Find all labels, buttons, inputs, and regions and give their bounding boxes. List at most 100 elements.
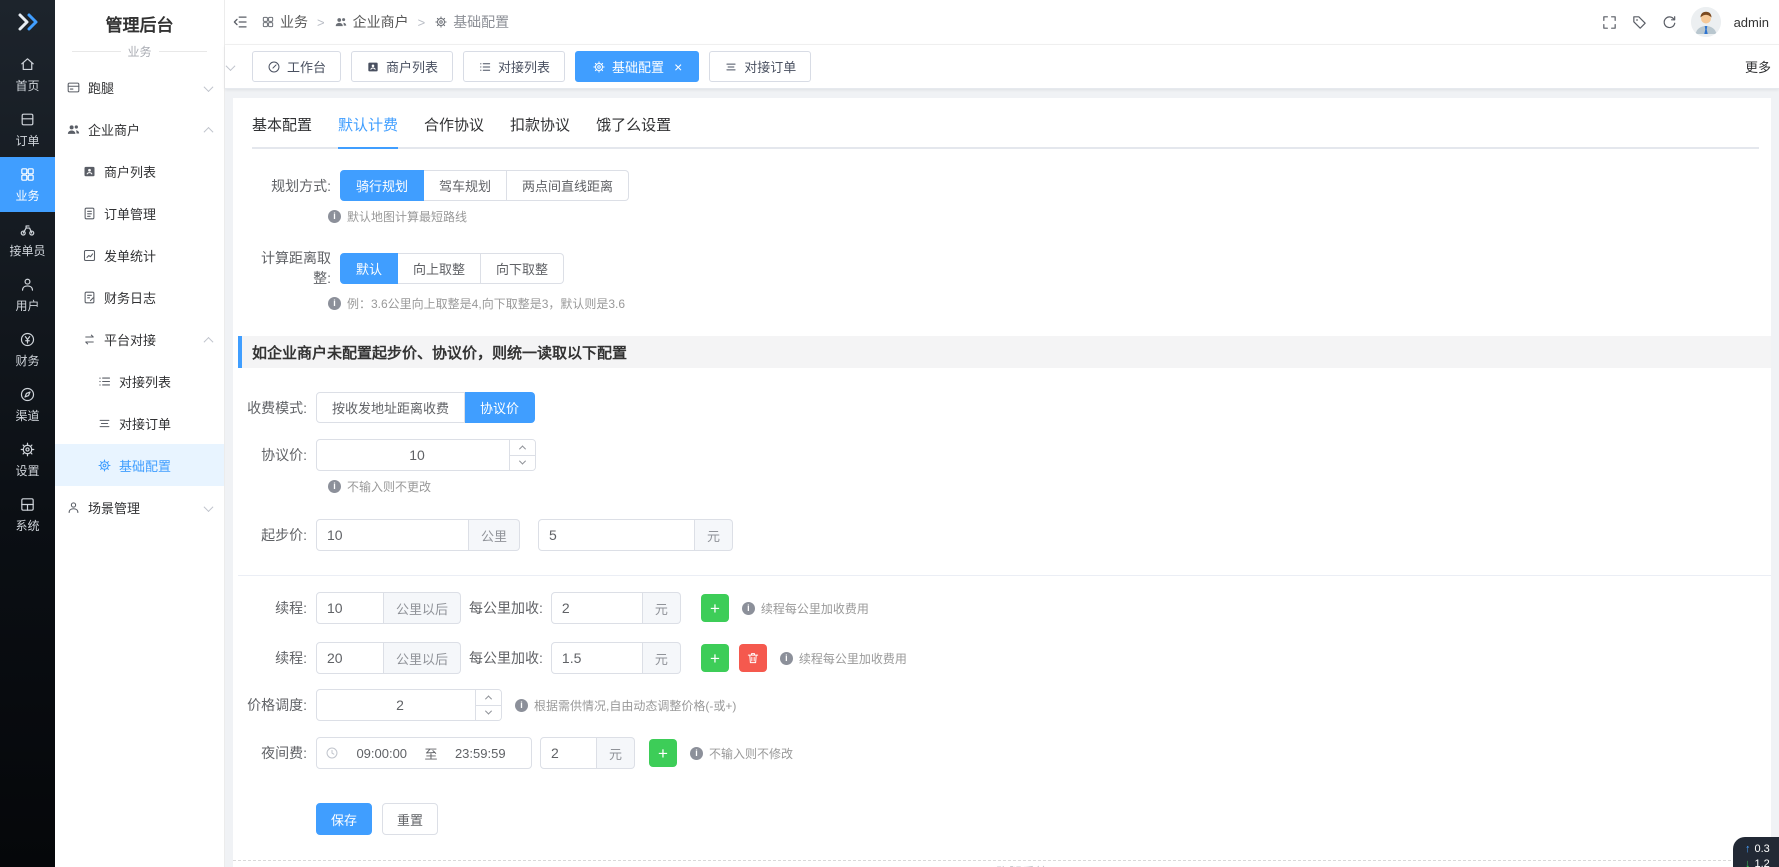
tab-cooperation-agreement[interactable]: 合作协议 (424, 98, 484, 147)
price-adjust-field[interactable] (317, 690, 501, 720)
breadcrumb-item-enterprise-merchant[interactable]: 企业商户 (334, 12, 409, 32)
close-icon[interactable] (674, 60, 682, 74)
sidebar-item-scene-management[interactable]: 场景管理 (55, 486, 224, 528)
grid-icon (19, 166, 36, 183)
download-speed: 1.2 (1755, 857, 1770, 867)
tag-merchant-list[interactable]: 商户列表 (351, 51, 453, 82)
rail-item-users[interactable]: 用户 (0, 267, 55, 322)
rail-item-system[interactable]: 系统 (0, 487, 55, 542)
rail-item-channels[interactable]: 渠道 (0, 377, 55, 432)
delete-renewal-button[interactable] (739, 644, 767, 672)
merchant-card-icon (82, 164, 97, 179)
log-icon (82, 290, 97, 305)
round-option-down[interactable]: 向下取整 (481, 253, 564, 284)
tag-connect-list[interactable]: 对接列表 (463, 51, 565, 82)
tags-overflow-chevron-icon[interactable] (227, 58, 234, 76)
renewal-after-field[interactable] (317, 643, 383, 673)
add-night-fee-button[interactable] (649, 739, 677, 767)
spinner-up-icon[interactable] (510, 440, 535, 456)
info-icon (328, 297, 341, 310)
sidebar-item-connect-orders[interactable]: 对接订单 (55, 402, 224, 444)
night-time-range-picker[interactable]: 09:00:00 至 23:59:59 (316, 737, 532, 769)
plan-option-straight-line[interactable]: 两点间直线距离 (507, 170, 629, 201)
sidebar-item-finance-log[interactable]: 财务日志 (55, 276, 224, 318)
tab-deduction-agreement[interactable]: 扣款协议 (510, 98, 570, 147)
round-option-up[interactable]: 向上取整 (398, 253, 481, 284)
sidebar-item-basic-config[interactable]: 基础配置 (55, 444, 224, 486)
fee-mode-label: 收费模式: (245, 398, 316, 418)
rail-item-settings[interactable]: 设置 (0, 432, 55, 487)
username[interactable]: admin (1734, 15, 1769, 30)
spinner-down-icon[interactable] (476, 706, 501, 721)
tag-workbench[interactable]: 工作台 (252, 51, 341, 82)
spinner-up-icon[interactable] (476, 690, 501, 706)
list-icon (97, 374, 112, 389)
renewal-label: 续程: (245, 648, 316, 668)
sidebar-item-errand[interactable]: 跑腿 (55, 66, 224, 108)
sidebar-item-merchant-list[interactable]: 商户列表 (55, 150, 224, 192)
tab-basic-config[interactable]: 基本配置 (252, 98, 312, 147)
sidebar-title: 管理后台 (55, 0, 224, 43)
bars-icon (97, 416, 112, 431)
plan-option-riding[interactable]: 骑行规划 (340, 170, 424, 201)
add-renewal-button[interactable] (701, 594, 729, 622)
tags-more-button[interactable]: 更多 (1745, 57, 1771, 76)
avatar[interactable] (1691, 7, 1721, 37)
sidebar-item-enterprise-merchant[interactable]: 企业商户 (55, 108, 224, 150)
range-separator: 至 (425, 744, 438, 763)
base-price-field[interactable] (539, 520, 694, 550)
spinner-down-icon[interactable] (510, 456, 535, 471)
document-icon (82, 206, 97, 221)
tab-eleme-settings[interactable]: 饿了么设置 (596, 98, 671, 147)
rail-item-label: 财务 (15, 352, 39, 369)
theme-tag-icon[interactable] (1631, 14, 1648, 31)
tag-basic-config[interactable]: 基础配置 (575, 51, 699, 82)
breadcrumb-item-business[interactable]: 业务 (261, 12, 308, 32)
add-renewal-button[interactable] (701, 644, 729, 672)
sidebar-item-dispatch-stats[interactable]: 发单统计 (55, 234, 224, 276)
tab-default-billing[interactable]: 默认计费 (338, 98, 398, 147)
info-icon (515, 699, 528, 712)
upload-arrow-icon (1745, 842, 1751, 857)
plan-mode-group: 骑行规划 驾车规划 两点间直线距离 (340, 170, 629, 201)
base-price-row: 起步价: 公里 元 (245, 519, 1759, 551)
content-panel: 基本配置 默认计费 合作协议 扣款协议 饿了么设置 规划方式: 骑行规划 驾车规… (233, 98, 1771, 867)
base-price-unit: 元 (695, 519, 733, 551)
night-end-time[interactable]: 23:59:59 (438, 746, 524, 761)
base-distance-field[interactable] (317, 520, 468, 550)
sidebar-item-platform-connect[interactable]: 平台对接 (55, 318, 224, 360)
refresh-icon[interactable] (1661, 14, 1678, 31)
rail-item-label: 首页 (15, 77, 39, 94)
fee-option-by-distance[interactable]: 按收发地址距离收费 (316, 392, 465, 423)
rail-item-home[interactable]: 首页 (0, 47, 55, 102)
agreement-price-field[interactable] (317, 440, 535, 470)
reset-button[interactable]: 重置 (382, 803, 438, 835)
night-fee-field[interactable] (541, 738, 596, 768)
sidebar-fold-icon[interactable] (231, 13, 249, 31)
fullscreen-icon[interactable] (1601, 14, 1618, 31)
rail-item-business[interactable]: 业务 (0, 157, 55, 212)
night-start-time[interactable]: 09:00:00 (339, 746, 425, 761)
rail-item-orders[interactable]: 订单 (0, 102, 55, 157)
renewal-after-field[interactable] (317, 593, 383, 623)
round-option-default[interactable]: 默认 (340, 253, 398, 284)
renewal-per-field[interactable] (552, 643, 642, 673)
info-icon (328, 210, 341, 223)
renewal-per-group: 元 (551, 592, 681, 624)
chevron-down-icon (205, 500, 212, 515)
renewal-per-field[interactable] (552, 593, 642, 623)
swap-icon (82, 332, 97, 347)
rail-item-finance[interactable]: 财务 (0, 322, 55, 377)
rail-item-couriers[interactable]: 接单员 (0, 212, 55, 267)
tag-connect-orders[interactable]: 对接订单 (709, 51, 811, 82)
fee-option-agreement-price[interactable]: 协议价 (465, 392, 535, 423)
agreement-price-row: 协议价: (245, 439, 1759, 471)
app-logo-icon[interactable] (15, 10, 41, 39)
content-tabs: 基本配置 默认计费 合作协议 扣款协议 饿了么设置 (252, 98, 1759, 149)
sidebar-item-order-management[interactable]: 订单管理 (55, 192, 224, 234)
save-button[interactable]: 保存 (316, 803, 372, 835)
gear-icon (592, 60, 606, 74)
sidebar-item-connect-list[interactable]: 对接列表 (55, 360, 224, 402)
home-icon (19, 56, 36, 73)
plan-option-driving[interactable]: 驾车规划 (424, 170, 507, 201)
